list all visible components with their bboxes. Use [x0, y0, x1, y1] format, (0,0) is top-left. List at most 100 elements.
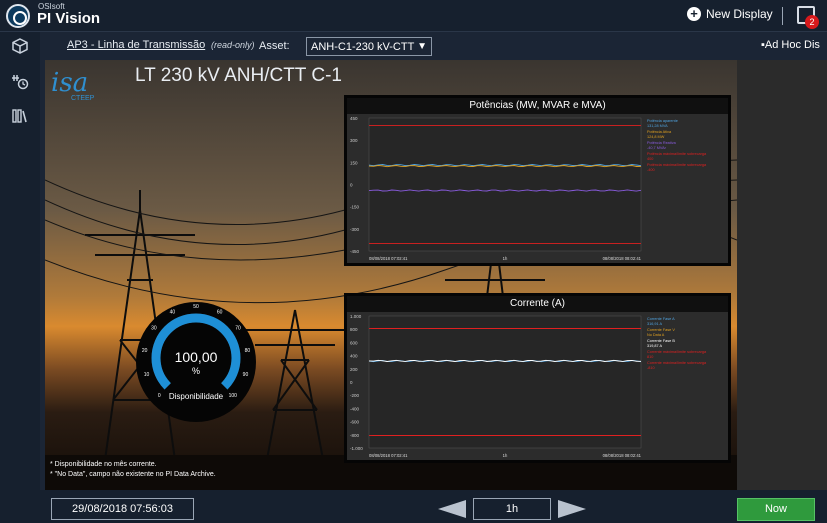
y-tick-label: 600: [350, 340, 358, 345]
plus-icon: +: [687, 7, 701, 21]
legend-entry: Corrente Fase A: [647, 317, 675, 321]
y-tick-label: 150: [350, 160, 358, 165]
display-toolbar: AP3 - Linha de Transmissão (read-only) A…: [40, 32, 827, 60]
y-tick-label: 0: [350, 183, 353, 188]
osisoft-logo-icon[interactable]: [6, 4, 30, 28]
gauge-tick-label: 30: [151, 325, 157, 331]
new-display-button[interactable]: + New Display: [687, 7, 773, 21]
notification-badge: 2: [805, 15, 819, 29]
y-tick-label: 0: [350, 380, 353, 385]
gauge-tick-label: 80: [245, 348, 251, 354]
gauge-unit: %: [192, 366, 200, 376]
divider: [782, 7, 783, 25]
sidebar: [0, 32, 40, 523]
legend-value: -400: [647, 168, 655, 172]
product-name: PI Vision: [37, 10, 101, 27]
y-tick-label: 400: [350, 354, 358, 359]
x-tick-label: 08/08/2018 07:02:41: [369, 256, 408, 261]
legend-value: 131,28 MVA: [647, 124, 668, 128]
time-bar: 29/08/2018 07:56:03 1h Now: [40, 490, 827, 523]
gauge-tick-label: 20: [142, 348, 148, 354]
isa-logo: isa: [51, 68, 89, 98]
y-tick-label: -600: [350, 420, 360, 425]
y-tick-label: 300: [350, 138, 358, 143]
note-no-data: * "No Data", campo não existente no PI D…: [50, 471, 216, 478]
cube-icon[interactable]: [10, 37, 30, 57]
y-tick-label: 1.000: [350, 314, 362, 319]
legend-entry: Corrente máxima/limite sobrecarga: [647, 350, 707, 354]
y-tick-label: 450: [350, 116, 358, 121]
gauge-value: 100,00: [175, 349, 218, 365]
power-chart-title: Potências (MW, MVAR e MVA): [347, 98, 728, 114]
library-icon[interactable]: [10, 107, 30, 127]
current-chart[interactable]: Corrente (A) 1.000 800 600 400 200 0 -200 -400 -…: [344, 293, 731, 463]
gauge-label: Disponibilidade: [168, 392, 224, 401]
y-tick-label: 200: [350, 367, 358, 372]
readonly-label: (read-only): [211, 40, 255, 50]
y-tick-label: -400: [350, 406, 360, 411]
pi-vision-app: OSIsoft PI Vision + New Display 2 AP3 - …: [0, 0, 827, 523]
availability-gauge[interactable]: 0 10 20 30 40 50 60 70 80 90 100 100,00% Disponibil…: [134, 300, 258, 424]
gauge-tick-label: 10: [144, 372, 150, 378]
legend-entry: Potência máxima/limite sobrecarga: [647, 163, 707, 167]
power-chart-plot: 4503001500-150-300-450Potência aparente1…: [350, 116, 707, 261]
duration-input[interactable]: 1h: [473, 498, 551, 520]
x-tick-label: 08/08/2018 07:02:41: [369, 453, 408, 458]
display-canvas: isa CTEEP LT 230 kV ANH/CTT C-1 Potência…: [45, 60, 737, 490]
y-tick-label: -200: [350, 393, 360, 398]
y-tick-label: -1.000: [350, 446, 363, 451]
legend-value: No Data A: [647, 333, 665, 337]
legend-value: 400: [647, 157, 653, 161]
power-chart[interactable]: Potências (MW, MVAR e MVA) 450 300 150 0 -15…: [344, 95, 731, 266]
time-back-arrow-icon[interactable]: [438, 500, 466, 518]
right-panel: [737, 60, 827, 490]
legend-entry: Potência Ativa: [647, 130, 672, 134]
top-bar: OSIsoft PI Vision + New Display 2: [0, 0, 827, 32]
plot-area: [368, 315, 642, 449]
adhoc-label: Ad Hoc Dis: [764, 39, 820, 51]
legend-entry: Corrente Fase V: [647, 328, 675, 332]
asset-value: ANH-C1-230 kV-CTT: [311, 40, 415, 53]
breadcrumb-link[interactable]: AP3 - Linha de Transmissão: [67, 39, 205, 51]
event-history-icon[interactable]: [10, 72, 30, 92]
x-tick-label: 08/08/2018 08:02:41: [603, 256, 642, 261]
legend-entry: Potência máxima/limite sobrecarga: [647, 152, 707, 156]
y-tick-label: -150: [350, 205, 360, 210]
legend-value: 316,91 A: [647, 322, 662, 326]
x-tick-label: 08/08/2018 08:02:41: [603, 453, 642, 458]
plot-area: [368, 117, 642, 252]
y-tick-label: -300: [350, 227, 360, 232]
legend-entry: Potência Reativa: [647, 141, 677, 145]
gauge-tick-label: 70: [235, 325, 241, 331]
current-chart-title: Corrente (A): [347, 296, 728, 312]
legend-value: 124,8 MW: [647, 135, 665, 139]
gauge-dial: 0102030405060708090100100,00%: [136, 302, 256, 422]
asset-select[interactable]: ANH-C1-230 kV-CTT ▼: [306, 37, 432, 56]
legend-entry: Potência aparente: [647, 119, 678, 123]
x-tick-label: 1h: [503, 256, 508, 261]
legend-value: -40,7 MVAr: [647, 146, 667, 150]
gauge-tick-label: 90: [243, 372, 249, 378]
caret-down-icon: ▼: [417, 41, 427, 52]
legend-entry: Corrente máxima/limite sobrecarga: [647, 361, 707, 365]
time-forward-arrow-icon[interactable]: [558, 500, 586, 518]
legend-entry: Corrente Fase B: [647, 339, 675, 343]
start-time-input[interactable]: 29/08/2018 07:56:03: [51, 498, 194, 520]
isa-logo-sub: CTEEP: [71, 95, 95, 102]
legend-value: -810: [647, 366, 655, 370]
legend-value: 319,87 A: [647, 344, 662, 348]
x-tick-label: 1h: [503, 453, 508, 458]
gauge-tick-label: 50: [193, 304, 199, 310]
new-display-label: New Display: [706, 7, 773, 21]
asset-label: Asset:: [259, 40, 290, 52]
gauge-tick-label: 60: [217, 310, 223, 316]
adhoc-display-button[interactable]: ▪Ad Hoc Dis: [761, 39, 820, 51]
y-tick-label: -450: [350, 249, 360, 254]
now-button[interactable]: Now: [737, 498, 815, 521]
current-chart-plot: 1.000 800 600 400 200 0 -200 -400 -600 -800 -1.000…: [350, 314, 707, 458]
legend-value: 810: [647, 355, 653, 359]
gauge-tick-label: 40: [170, 310, 176, 316]
y-tick-label: 800: [350, 327, 358, 332]
y-tick-label: -800: [350, 433, 360, 438]
note-availability: * Disponibilidade no mês corrente.: [50, 461, 157, 468]
